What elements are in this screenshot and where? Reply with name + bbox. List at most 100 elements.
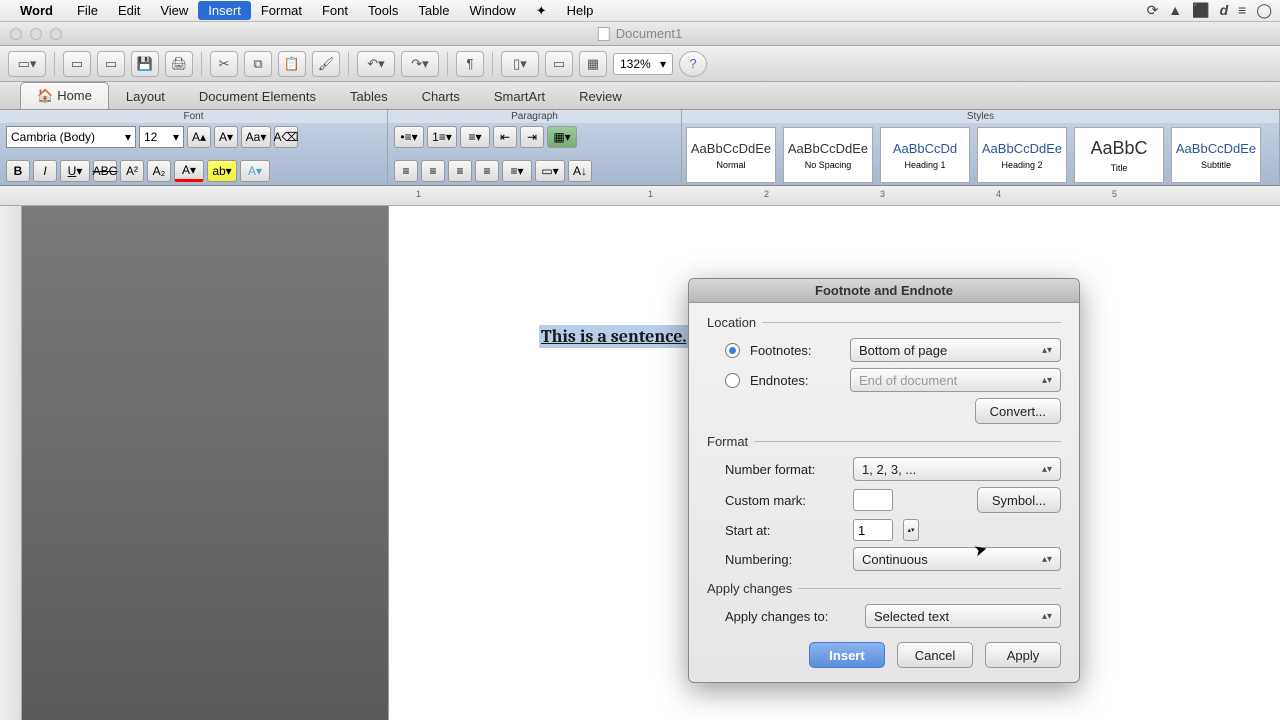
- numbering-label: Numbering:: [725, 552, 843, 567]
- apply-button[interactable]: Apply: [985, 642, 1061, 668]
- copy-button[interactable]: ⧉: [244, 51, 272, 77]
- style-normal[interactable]: AaBbCcDdEeNormal: [686, 127, 776, 183]
- number-format-select[interactable]: 1, 2, 3, ...▴▾: [853, 457, 1061, 481]
- align-right-button[interactable]: ≡: [448, 160, 472, 182]
- apply-changes-to-select[interactable]: Selected text▴▾: [865, 604, 1061, 628]
- menu-font[interactable]: Font: [312, 1, 358, 20]
- format-painter-button[interactable]: 🖌: [312, 51, 340, 77]
- font-size-select[interactable]: 12▾: [139, 126, 184, 148]
- footnotes-location-select[interactable]: Bottom of page▴▾: [850, 338, 1061, 362]
- endnotes-radio[interactable]: [725, 373, 740, 388]
- save-button[interactable]: 💾: [131, 51, 159, 77]
- menu-insert[interactable]: Insert: [198, 1, 251, 20]
- cancel-button[interactable]: Cancel: [897, 642, 973, 668]
- location-section-label: Location: [707, 315, 1061, 330]
- close-window-button[interactable]: [10, 28, 22, 40]
- numbering-button[interactable]: 1≡▾: [427, 126, 457, 148]
- nav-button[interactable]: ▭: [545, 51, 573, 77]
- zoom-window-button[interactable]: [50, 28, 62, 40]
- italic-button[interactable]: I: [33, 160, 57, 182]
- font-color-button[interactable]: A▾: [174, 160, 204, 182]
- menu-help[interactable]: Help: [557, 1, 604, 20]
- tab-charts[interactable]: Charts: [405, 83, 477, 109]
- convert-button[interactable]: Convert...: [975, 398, 1061, 424]
- custom-mark-input[interactable]: [853, 489, 893, 511]
- start-at-input[interactable]: [853, 519, 893, 541]
- hat-icon[interactable]: ⬛: [1192, 2, 1209, 19]
- footnotes-radio[interactable]: [725, 343, 740, 358]
- borders-button[interactable]: ▦▾: [547, 126, 577, 148]
- minimize-window-button[interactable]: [30, 28, 42, 40]
- menu-format[interactable]: Format: [251, 1, 312, 20]
- print-button[interactable]: 🖨: [165, 51, 193, 77]
- text-effects-button[interactable]: A▾: [240, 160, 270, 182]
- increase-indent-button[interactable]: ⇥: [520, 126, 544, 148]
- underline-button[interactable]: U▾: [60, 160, 90, 182]
- sort-button[interactable]: A↓: [568, 160, 592, 182]
- cut-button[interactable]: ✂: [210, 51, 238, 77]
- circle-icon[interactable]: ◯: [1256, 2, 1272, 19]
- pilcrow-button[interactable]: ¶: [456, 51, 484, 77]
- shrink-font-button[interactable]: A▾: [214, 126, 238, 148]
- zoom-selector[interactable]: 132%▾: [613, 53, 673, 75]
- justify-button[interactable]: ≡: [475, 160, 499, 182]
- tab-smartart[interactable]: SmartArt: [477, 83, 562, 109]
- menu-tools[interactable]: Tools: [358, 1, 408, 20]
- gallery-button[interactable]: ▦: [579, 51, 607, 77]
- app-name: Word: [20, 3, 53, 18]
- bold-button[interactable]: B: [6, 160, 30, 182]
- symbol-button[interactable]: Symbol...: [977, 487, 1061, 513]
- style-subtitle[interactable]: AaBbCcDdEeSubtitle: [1171, 127, 1261, 183]
- help-button[interactable]: ?: [679, 51, 707, 77]
- vertical-ruler[interactable]: [0, 206, 22, 720]
- line-spacing-button[interactable]: ≡▾: [502, 160, 532, 182]
- start-at-stepper[interactable]: ▴▾: [903, 519, 919, 541]
- menu-file[interactable]: File: [67, 1, 108, 20]
- style-title[interactable]: AaBbCTitle: [1074, 127, 1164, 183]
- menu-window[interactable]: Window: [459, 1, 525, 20]
- endnotes-location-select[interactable]: End of document▴▾: [850, 368, 1061, 392]
- drive-icon[interactable]: ▲: [1168, 2, 1182, 19]
- paste-button[interactable]: 📋: [278, 51, 306, 77]
- strike-button[interactable]: ABC: [93, 160, 117, 182]
- sync-icon[interactable]: ⟳: [1147, 2, 1159, 19]
- grow-font-button[interactable]: A▴: [187, 126, 211, 148]
- change-case-button[interactable]: Aa▾: [241, 126, 271, 148]
- numbering-select[interactable]: Continuous▴▾: [853, 547, 1061, 571]
- align-center-button[interactable]: ≡: [421, 160, 445, 182]
- style-heading-2[interactable]: AaBbCcDdEeHeading 2: [977, 127, 1067, 183]
- clear-formatting-button[interactable]: A⌫: [274, 126, 298, 148]
- tab-home[interactable]: 🏠Home: [20, 82, 109, 109]
- columns-button[interactable]: ▯▾: [501, 51, 539, 77]
- document-icon: [598, 27, 610, 41]
- insert-button[interactable]: Insert: [809, 642, 885, 668]
- new-doc-button[interactable]: ▭▾: [8, 51, 46, 77]
- subscript-button[interactable]: A₂: [147, 160, 171, 182]
- tab-layout[interactable]: Layout: [109, 83, 182, 109]
- decrease-indent-button[interactable]: ⇤: [493, 126, 517, 148]
- align-left-button[interactable]: ≡: [394, 160, 418, 182]
- multilevel-button[interactable]: ≡▾: [460, 126, 490, 148]
- open2-button[interactable]: ▭: [97, 51, 125, 77]
- menu-view[interactable]: View: [150, 1, 198, 20]
- document-text[interactable]: This is a sentence.: [539, 325, 688, 348]
- tab-tables[interactable]: Tables: [333, 83, 405, 109]
- open-button[interactable]: ▭: [63, 51, 91, 77]
- menu-edit[interactable]: Edit: [108, 1, 150, 20]
- bullets-button[interactable]: •≡▾: [394, 126, 424, 148]
- tab-document-elements[interactable]: Document Elements: [182, 83, 333, 109]
- tab-review[interactable]: Review: [562, 83, 639, 109]
- menu-table[interactable]: Table: [408, 1, 459, 20]
- style-heading-1[interactable]: AaBbCcDdHeading 1: [880, 127, 970, 183]
- d-icon[interactable]: d: [1220, 2, 1229, 19]
- horizontal-ruler[interactable]: 1 1 2 3 4 5: [0, 186, 1280, 206]
- bars-icon[interactable]: ≡: [1238, 2, 1246, 19]
- style-no-spacing[interactable]: AaBbCcDdEeNo Spacing: [783, 127, 873, 183]
- font-family-select[interactable]: Cambria (Body)▾: [6, 126, 136, 148]
- superscript-button[interactable]: A²: [120, 160, 144, 182]
- redo-button[interactable]: ↷▾: [401, 51, 439, 77]
- highlight-button[interactable]: ab▾: [207, 160, 237, 182]
- undo-button[interactable]: ↶▾: [357, 51, 395, 77]
- menu-script-icon[interactable]: ✦: [526, 1, 557, 21]
- shading-button[interactable]: ▭▾: [535, 160, 565, 182]
